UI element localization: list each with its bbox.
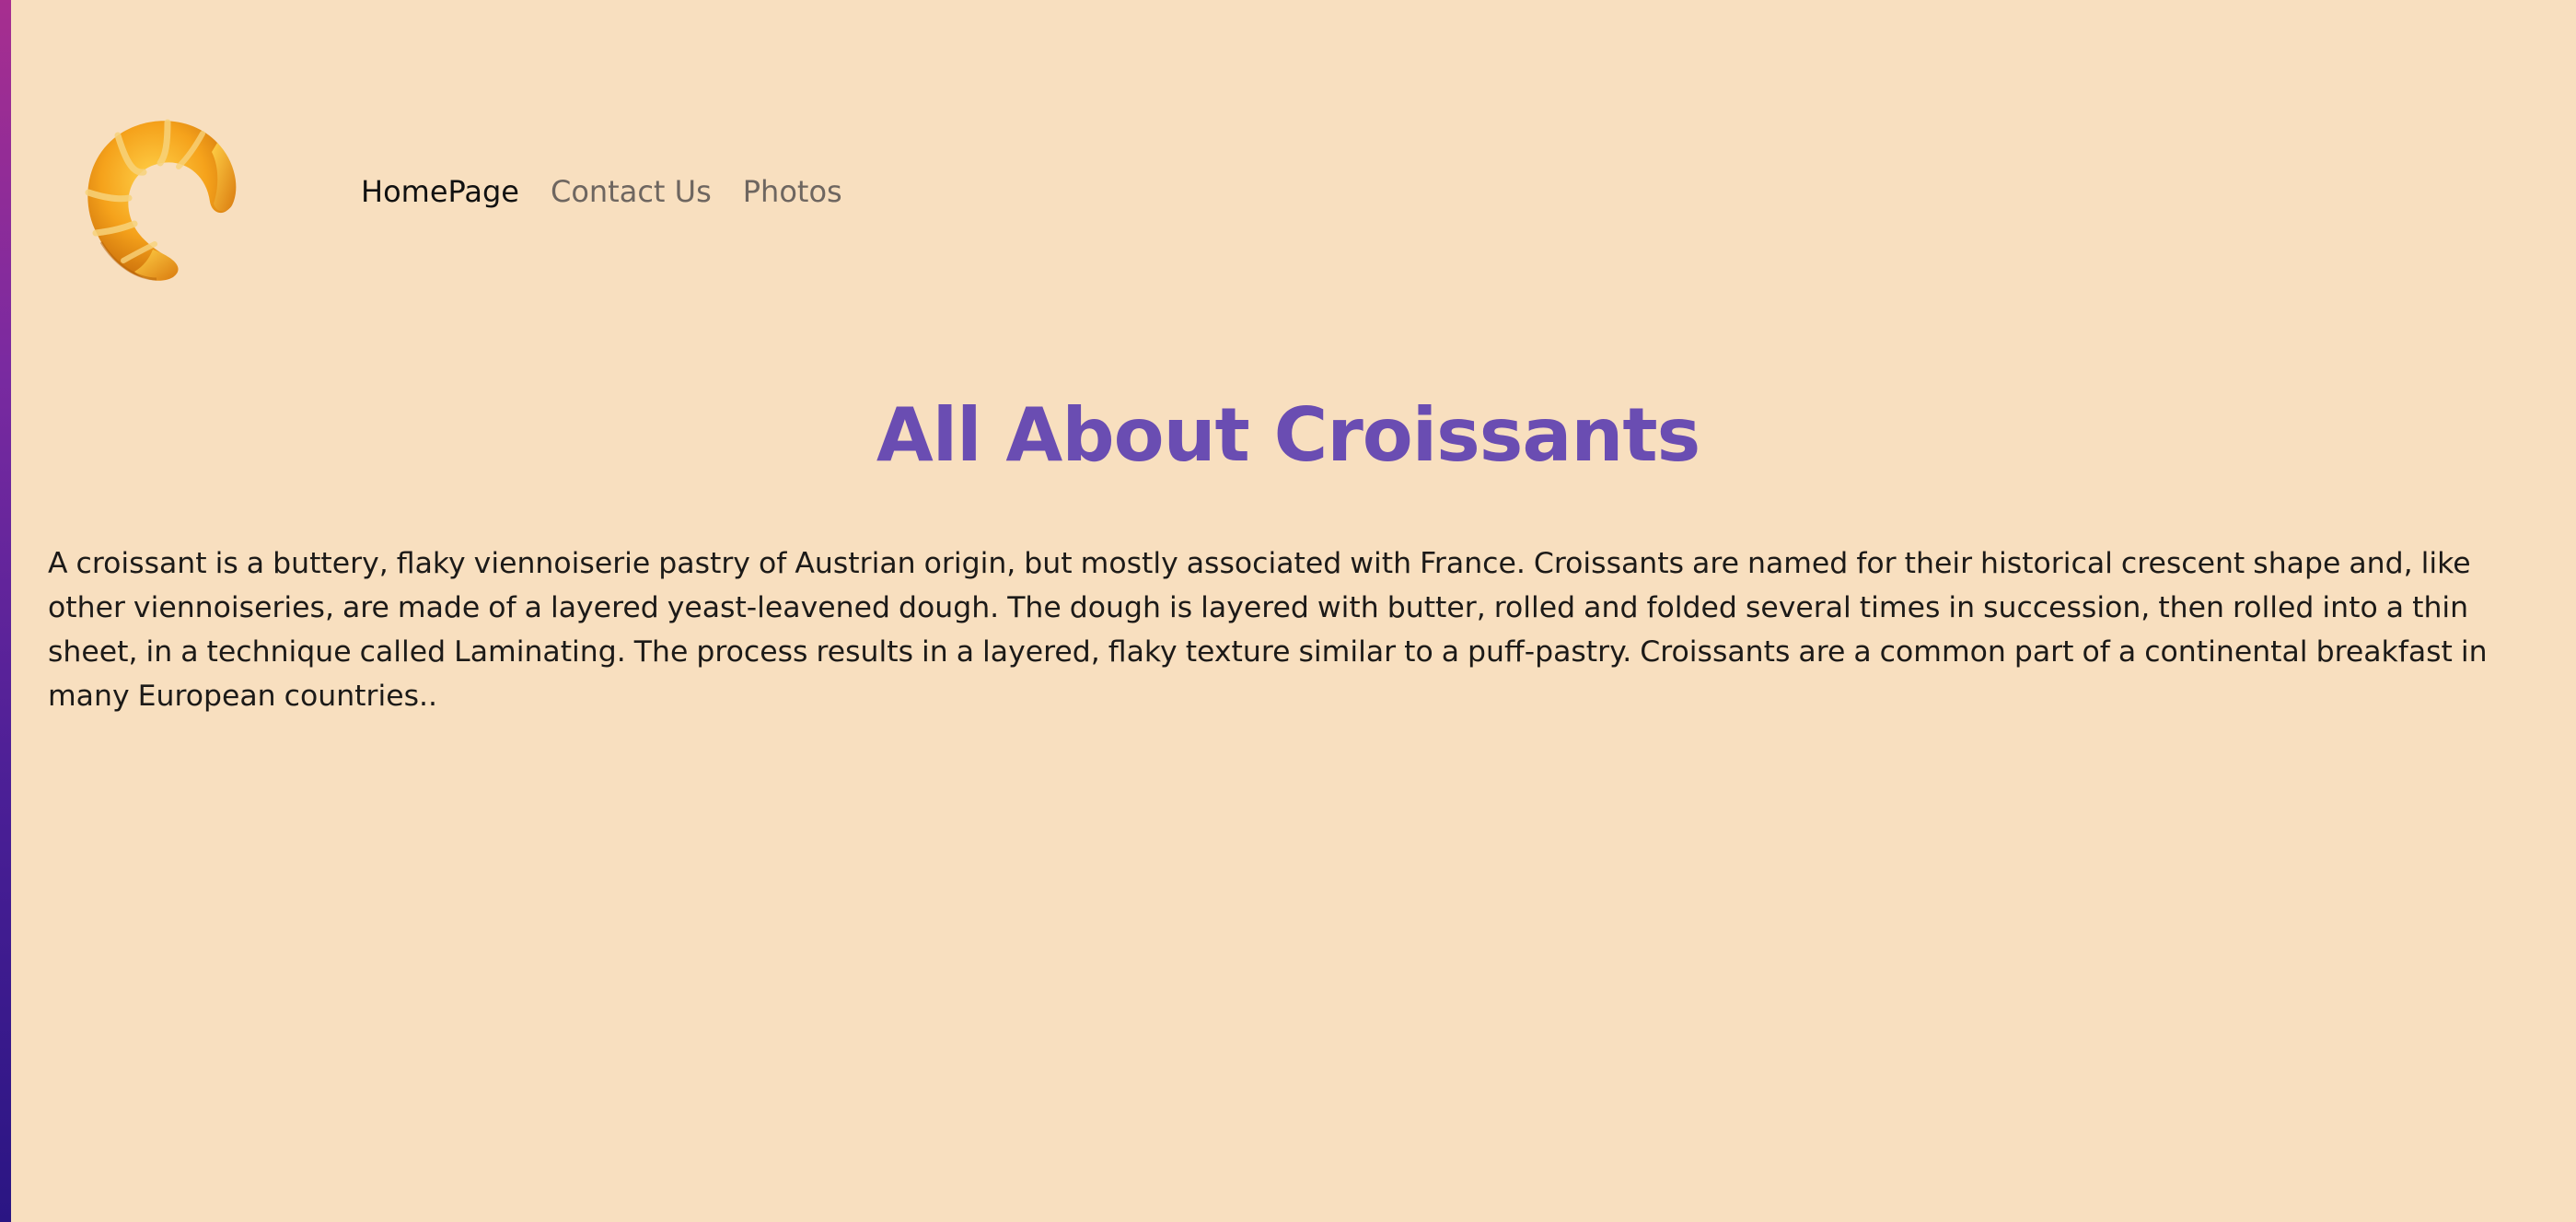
site-header: HomePage Contact Us Photos [64, 96, 842, 287]
intro-paragraph: A croissant is a buttery, flaky viennois… [48, 547, 2488, 713]
nav-link-contact-us[interactable]: Contact Us [551, 174, 712, 209]
nav-link-homepage[interactable]: HomePage [361, 174, 519, 209]
croissant-icon [85, 119, 237, 281]
logo-link[interactable] [64, 95, 258, 288]
main-nav: HomePage Contact Us Photos [361, 174, 842, 209]
nav-link-photos[interactable]: Photos [743, 174, 842, 209]
page-title: All About Croissants [876, 392, 1700, 478]
window-edge-gradient [0, 0, 11, 1222]
